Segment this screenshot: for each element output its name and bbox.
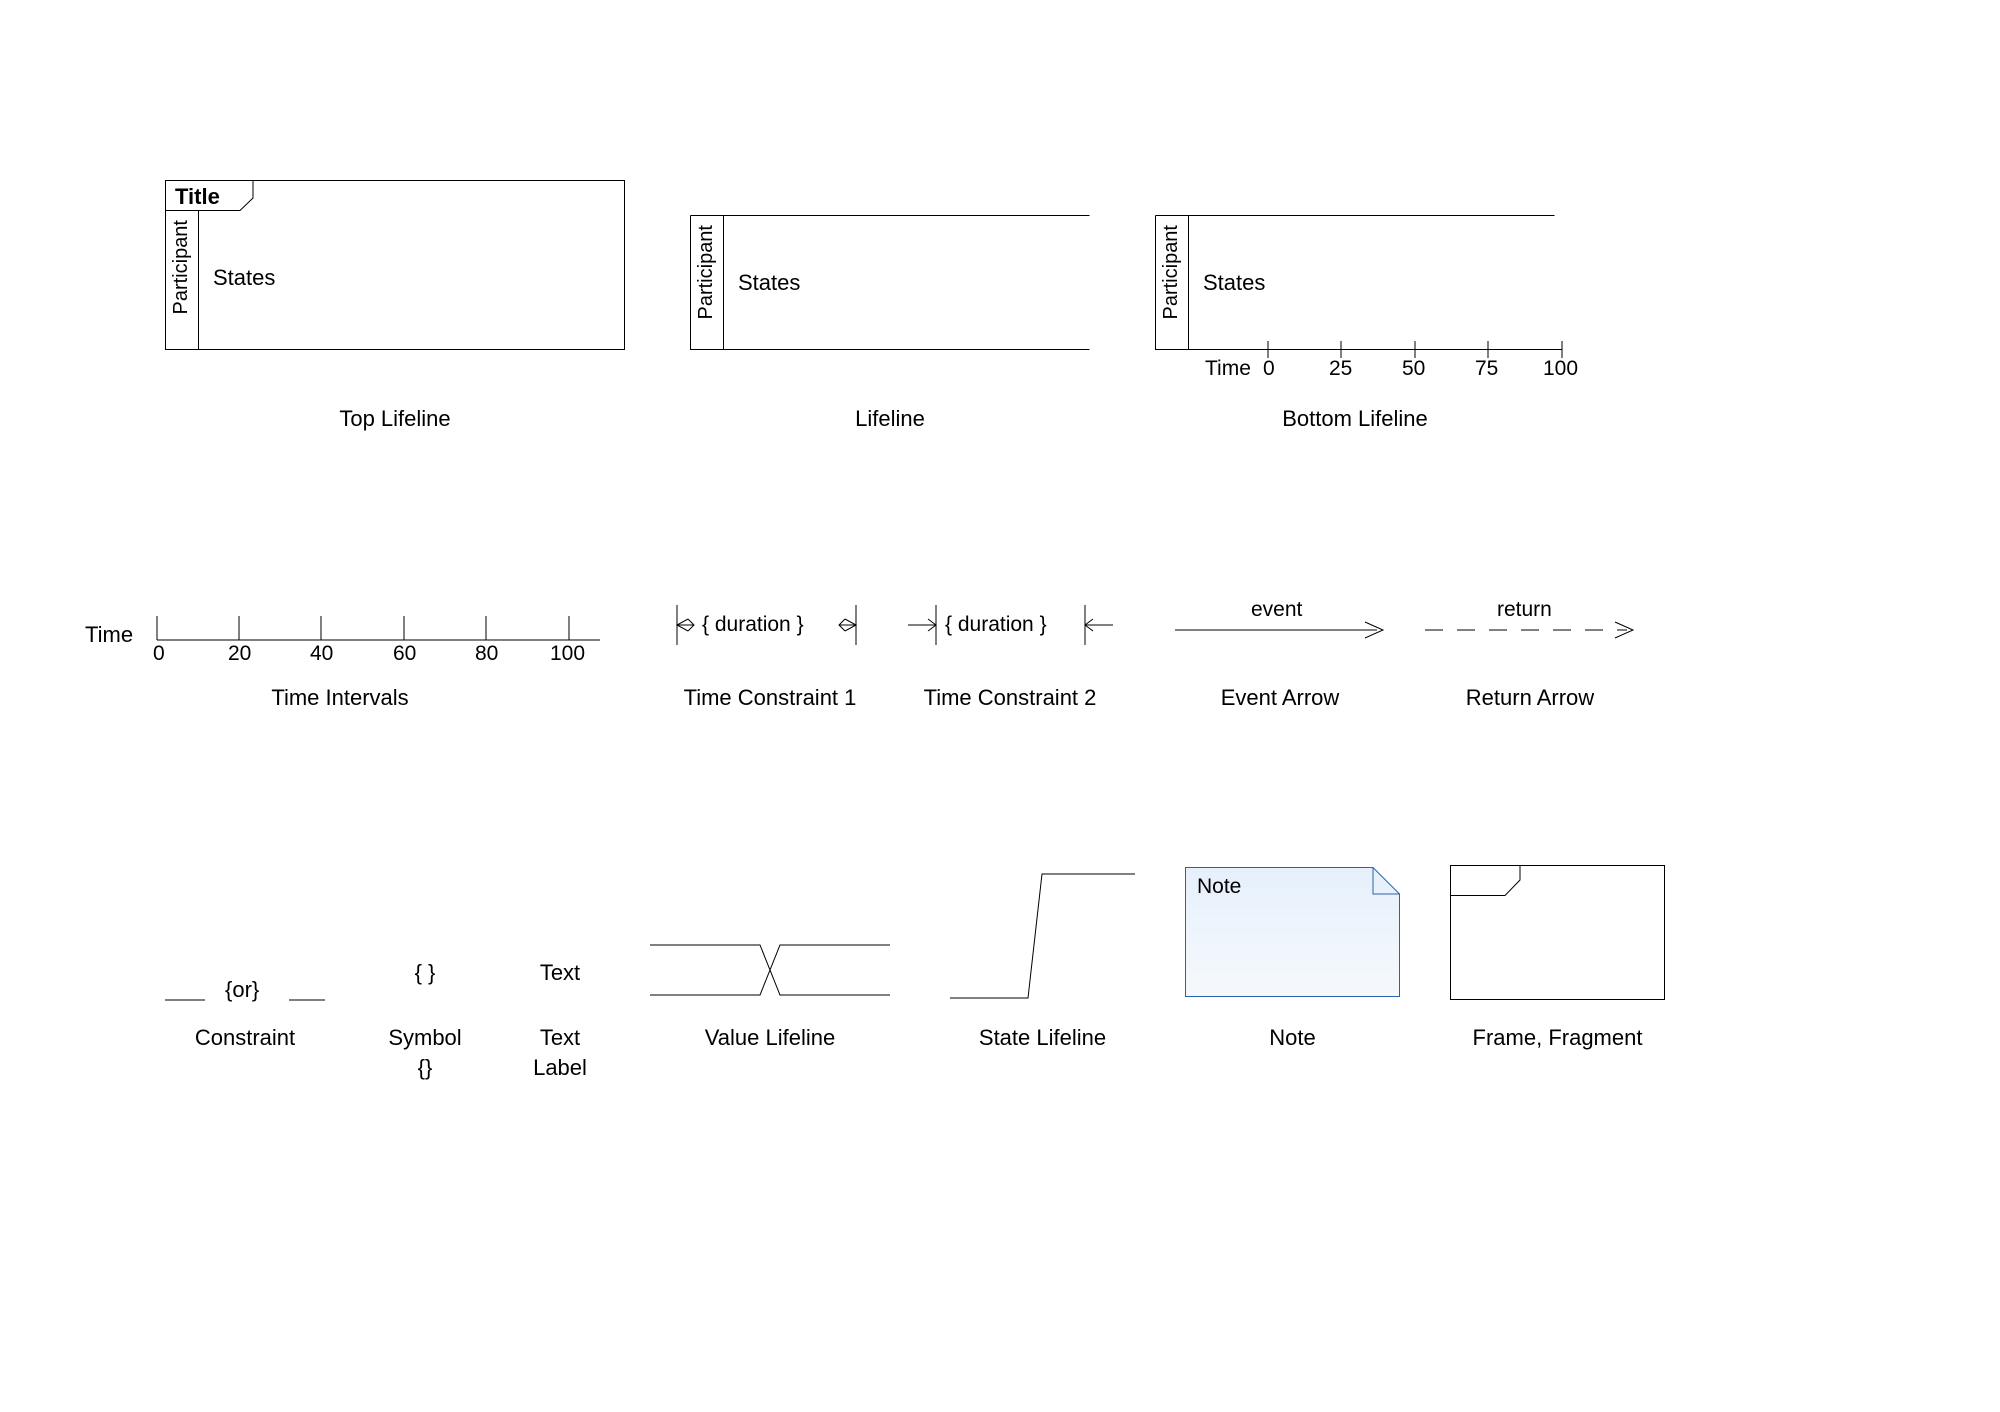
top-lifeline-title: Title (175, 184, 220, 210)
text-label-caption-l1: Text (510, 1025, 610, 1051)
state-lifeline-shape (950, 870, 1135, 1000)
bottom-lifeline-tick-3: 75 (1475, 357, 1498, 381)
text-label-shape: Text (510, 960, 610, 986)
top-lifeline-states: States (213, 265, 275, 291)
state-lifeline-caption: State Lifeline (940, 1025, 1145, 1051)
event-arrow-shape: event (1175, 600, 1385, 640)
constraint-label: {or} (225, 977, 259, 1003)
text-label-caption-l2: Label (510, 1055, 610, 1081)
time-intervals-caption: Time Intervals (155, 685, 525, 711)
return-arrow-caption: Return Arrow (1425, 685, 1635, 711)
symbol-caption-l2: {} (375, 1055, 475, 1081)
value-lifeline-shape (650, 940, 890, 1000)
lifeline-caption: Lifeline (690, 406, 1090, 432)
time-intervals-tick-1: 20 (228, 642, 251, 666)
lifeline-participant: Participant (695, 225, 718, 320)
bottom-lifeline-time-label: Time (1205, 357, 1251, 381)
event-arrow-caption: Event Arrow (1175, 685, 1385, 711)
symbol-caption-l1: Symbol (375, 1025, 475, 1051)
time-intervals-tick-3: 60 (393, 642, 416, 666)
time-intervals-tick-0: 0 (153, 642, 165, 666)
event-arrow-label: event (1251, 598, 1302, 622)
top-lifeline-participant: Participant (170, 220, 193, 315)
frame-caption: Frame, Fragment (1450, 1025, 1665, 1051)
time-constraint1-shape: { duration } (674, 605, 859, 645)
return-arrow-label: return (1497, 598, 1552, 622)
bottom-lifeline-caption: Bottom Lifeline (1155, 406, 1555, 432)
bottom-lifeline-shape: Participant States Time 0 25 50 75 100 (1155, 215, 1563, 385)
top-lifeline-shape: Title Participant States (165, 180, 625, 350)
symbol-shape: { } (375, 960, 475, 986)
time-constraint2-caption: Time Constraint 2 (895, 685, 1125, 711)
time-intervals-label: Time (85, 622, 133, 648)
time-constraint2-shape: { duration } (908, 605, 1113, 645)
note-caption: Note (1185, 1025, 1400, 1051)
bottom-lifeline-tick-1: 25 (1329, 357, 1352, 381)
time-constraint1-label: { duration } (702, 613, 804, 637)
return-arrow-shape: return (1425, 600, 1635, 640)
note-label: Note (1197, 875, 1241, 899)
bottom-lifeline-tick-4: 100 (1543, 357, 1578, 381)
time-intervals-shape: Time 0 20 40 60 80 100 (75, 580, 605, 660)
time-intervals-tick-2: 40 (310, 642, 333, 666)
bottom-lifeline-states: States (1203, 270, 1265, 296)
bottom-lifeline-tick-2: 50 (1402, 357, 1425, 381)
top-lifeline-caption: Top Lifeline (165, 406, 625, 432)
time-constraint2-label: { duration } (945, 613, 1047, 637)
note-shape: Note (1185, 867, 1400, 997)
constraint-caption: Constraint (165, 1025, 325, 1051)
bottom-lifeline-participant: Participant (1160, 225, 1183, 320)
lifeline-states: States (738, 270, 800, 296)
bottom-lifeline-tick-0: 0 (1263, 357, 1275, 381)
time-intervals-tick-5: 100 (550, 642, 585, 666)
text-label-label: Text (510, 960, 610, 986)
lifeline-shape: Participant States (690, 215, 1090, 350)
constraint-shape: {or} (165, 975, 325, 1005)
symbol-label: { } (375, 960, 475, 986)
time-intervals-tick-4: 80 (475, 642, 498, 666)
frame-shape (1450, 865, 1665, 1000)
value-lifeline-caption: Value Lifeline (650, 1025, 890, 1051)
time-constraint1-caption: Time Constraint 1 (660, 685, 880, 711)
